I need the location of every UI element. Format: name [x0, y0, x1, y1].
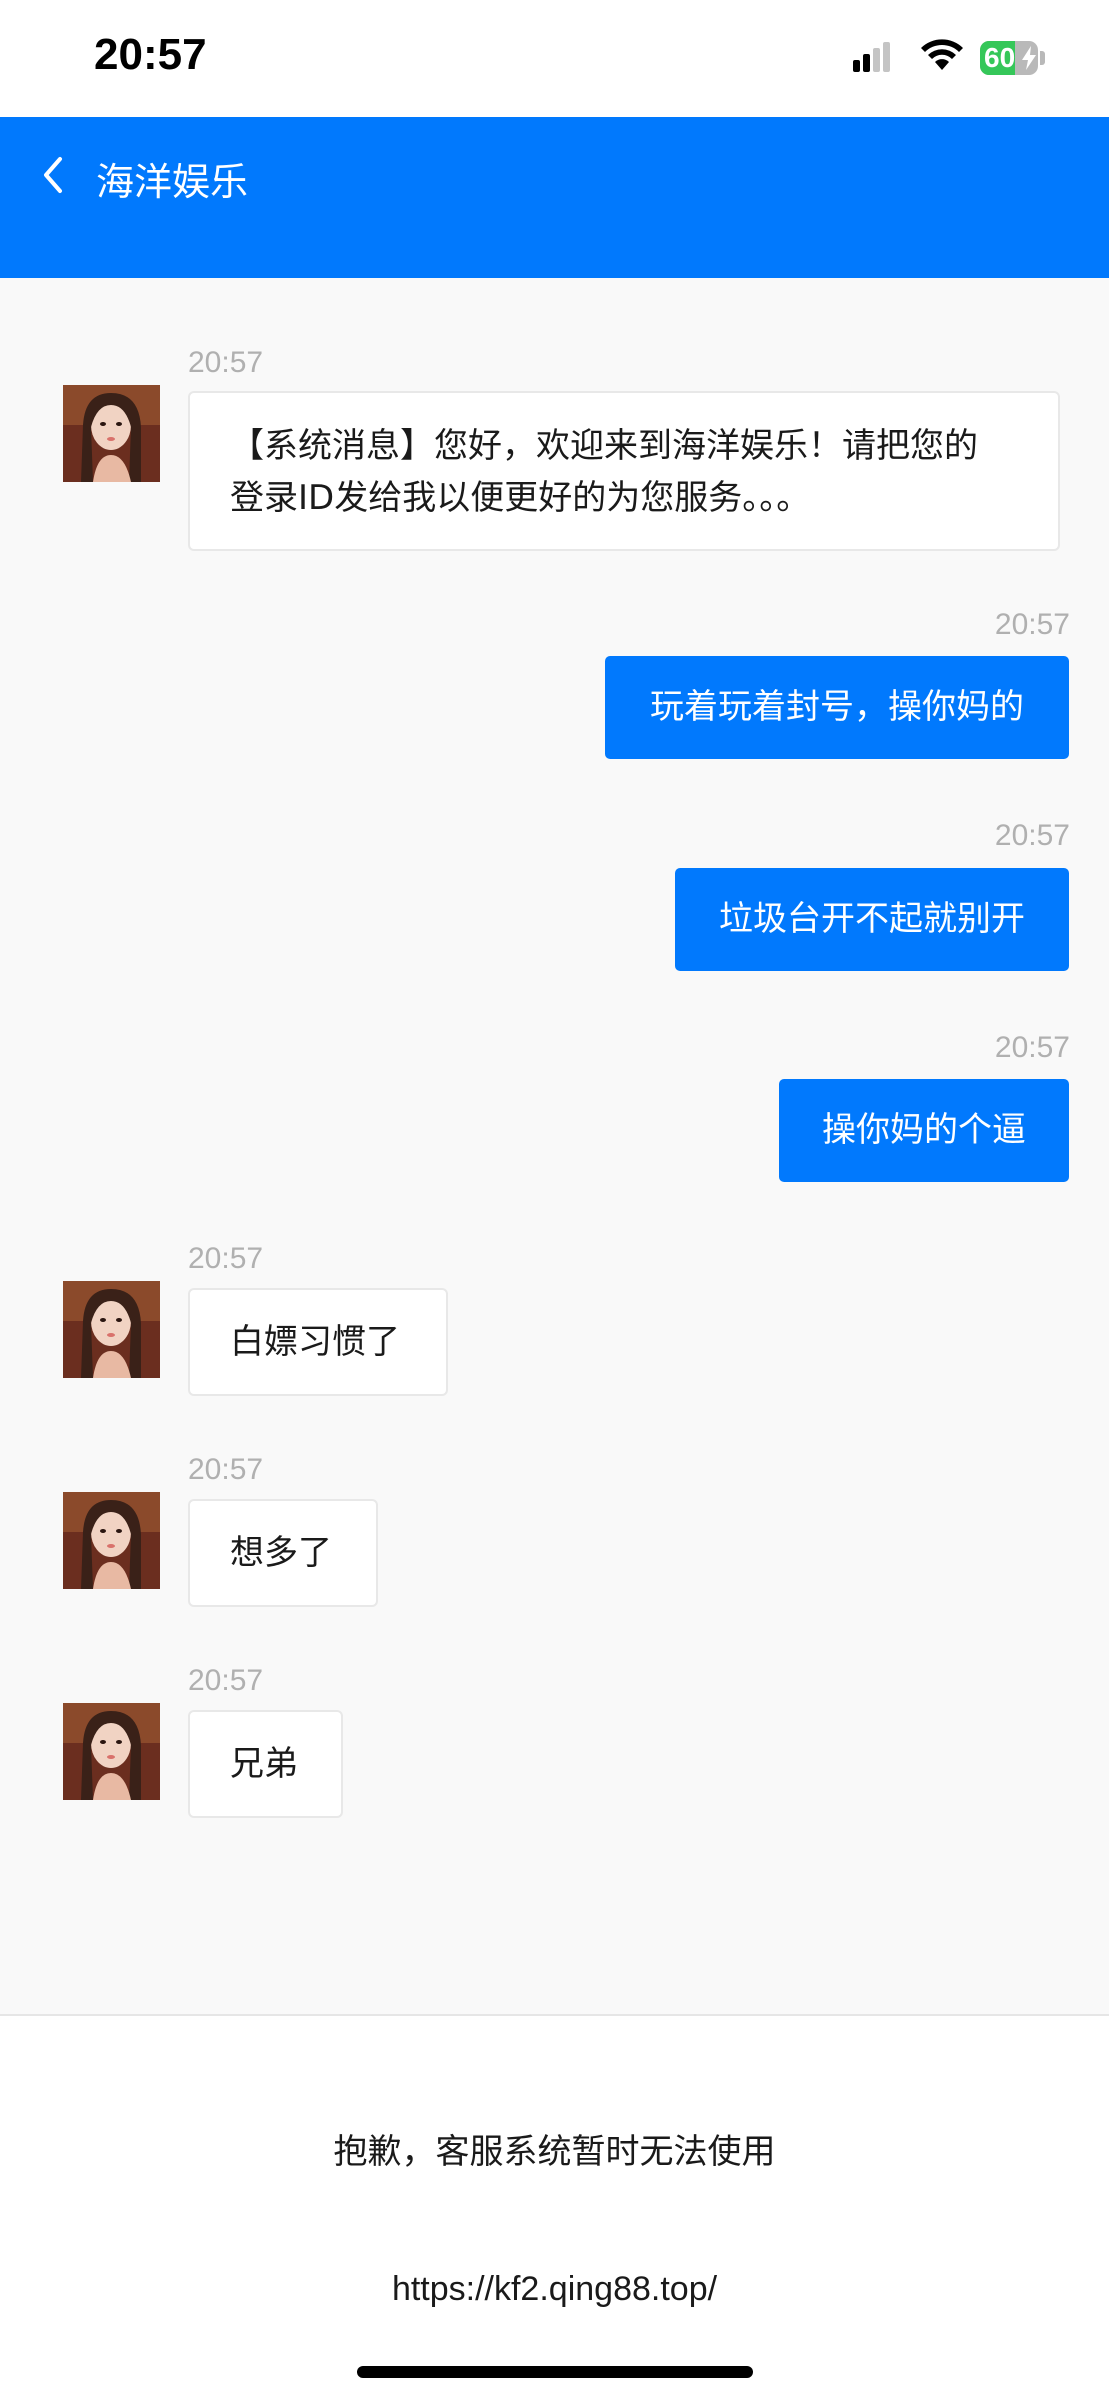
- wifi-icon: [921, 39, 963, 70]
- chevron-left-icon: [44, 157, 62, 193]
- chat-header: 海洋娱乐: [0, 117, 1109, 278]
- message-timestamp: 20:57: [994, 608, 1070, 641]
- message-bubble: 垃圾台开不起就别开: [675, 868, 1069, 971]
- message-text-line: 【系统消息】您好，欢迎来到海洋娱乐！请把您的: [230, 426, 978, 466]
- signal-icon: [853, 42, 890, 72]
- message-timestamp: 20:57: [188, 1453, 264, 1486]
- home-indicator[interactable]: [357, 2366, 753, 2378]
- message-bubble: 操你妈的个逼: [779, 1079, 1069, 1182]
- avatar[interactable]: [63, 1281, 160, 1378]
- message-bubble: 【系统消息】您好，欢迎来到海洋娱乐！请把您的 登录ID发给我以便更好的为您服务。…: [188, 391, 1060, 551]
- message-bubble: 想多了: [188, 1499, 378, 1607]
- message-bubble: 玩着玩着封号，操你妈的: [605, 656, 1069, 759]
- message-timestamp: 20:57: [188, 346, 264, 379]
- message-text-line: 登录ID发给我以便更好的为您服务。。。: [230, 478, 811, 518]
- status-time: 20:57: [94, 30, 207, 79]
- service-unavailable-notice: 抱歉，客服系统暂时无法使用: [333, 2132, 776, 2172]
- charging-bolt-icon: [1022, 46, 1036, 70]
- battery-level-text: 60: [984, 42, 1016, 73]
- status-bar: 20:57 60: [0, 0, 1109, 117]
- battery-cap: [1040, 51, 1045, 65]
- avatar[interactable]: [63, 1703, 160, 1800]
- chat-message-list[interactable]: 20:57 【系统消息】您好，欢迎来到海洋娱乐！请把您的 登录ID发给我以便更好…: [0, 278, 1109, 2014]
- message-timestamp: 20:57: [188, 1664, 264, 1697]
- footer: 抱歉，客服系统暂时无法使用 https://kf2.qing88.top/: [0, 2016, 1109, 2400]
- message-timestamp: 20:57: [994, 819, 1070, 852]
- battery-icon: 60: [980, 41, 1038, 75]
- message-timestamp: 20:57: [188, 1242, 264, 1275]
- message-bubble: 白嫖习惯了: [188, 1288, 448, 1396]
- footer-url-link[interactable]: https://kf2.qing88.top/: [0, 2270, 1109, 2309]
- avatar[interactable]: [63, 385, 160, 482]
- back-button[interactable]: [30, 145, 80, 205]
- message-timestamp: 20:57: [994, 1031, 1070, 1064]
- message-bubble: 兄弟: [188, 1710, 343, 1818]
- avatar[interactable]: [63, 1492, 160, 1589]
- page-title: 海洋娱乐: [96, 160, 249, 204]
